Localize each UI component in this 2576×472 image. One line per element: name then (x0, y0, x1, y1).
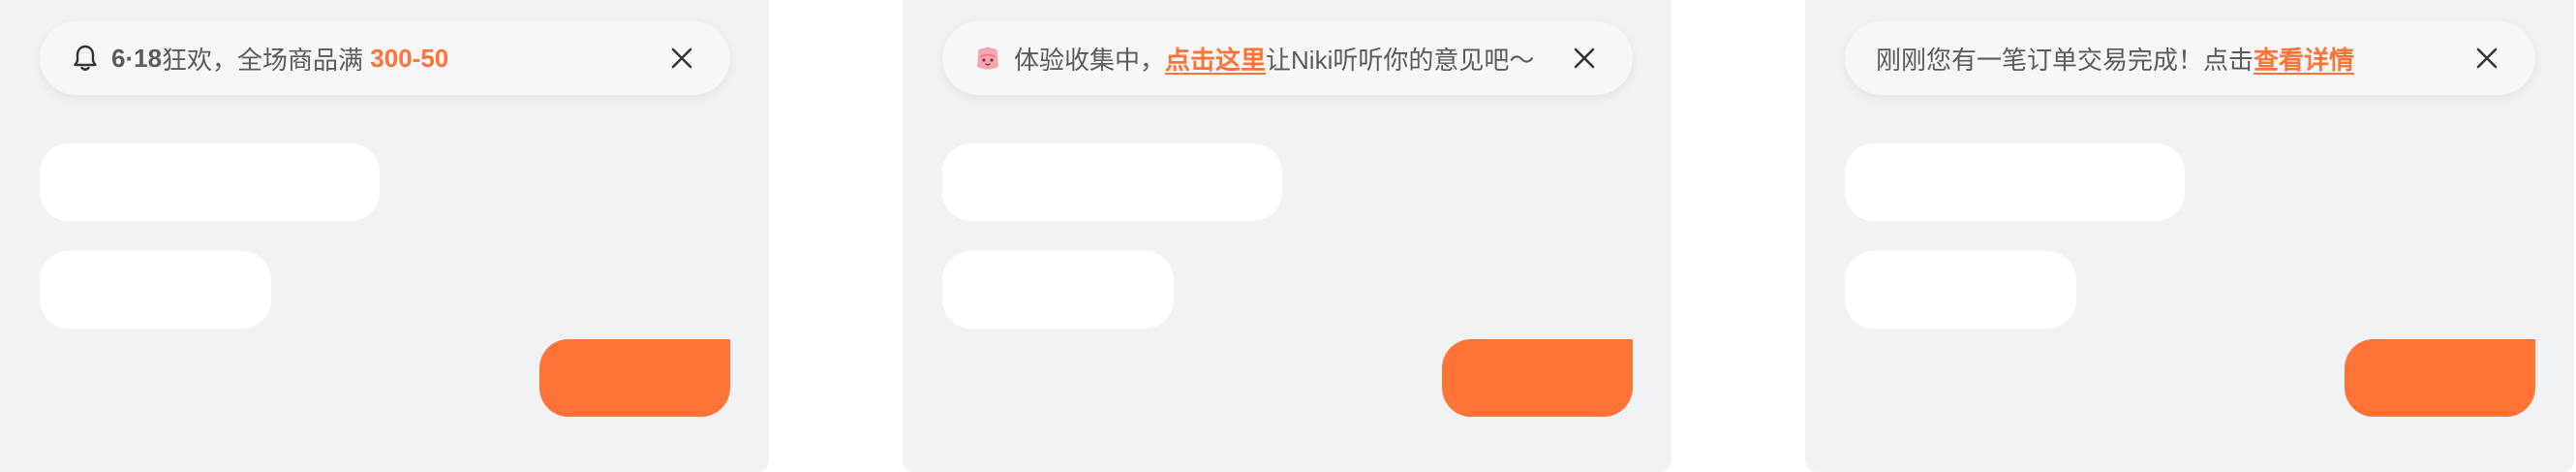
notice-message: 体验收集中， 点击这里 让Niki听听你的意见吧〜 (973, 41, 1565, 77)
incoming-message-bubble (942, 251, 1174, 329)
notice-bar-promo[interactable]: 6·18 狂欢，全场商品满 300-50 (40, 21, 730, 95)
close-icon[interactable] (2468, 39, 2506, 78)
survey-text: 体验收集中， (1014, 45, 1166, 75)
order-text: 刚刚您有一笔订单交易完成！点击 (1876, 45, 2254, 75)
promo-text: 狂欢，全场商品满 (162, 45, 371, 75)
notice-message: 6·18 狂欢，全场商品满 300-50 (71, 41, 662, 77)
incoming-message-bubble (1845, 251, 2076, 329)
notice-message: 刚刚您有一笔订单交易完成！点击 查看详情 (1876, 41, 2468, 77)
close-icon[interactable] (662, 39, 701, 78)
notice-bar-order[interactable]: 刚刚您有一笔订单交易完成！点击 查看详情 (1845, 21, 2535, 95)
cartoon-avatar-icon (973, 44, 1002, 73)
incoming-message-bubble (1845, 143, 2185, 221)
outgoing-message-bubble (1442, 339, 1633, 417)
chat-panel-order: 刚刚您有一笔订单交易完成！点击 查看详情 (1805, 0, 2574, 472)
chat-panel-survey: 体验收集中， 点击这里 让Niki听听你的意见吧〜 (903, 0, 1671, 472)
stage: 6·18 狂欢，全场商品满 300-50 体验收集中， 点击这里 让Niki听听… (0, 0, 2576, 472)
outgoing-message-bubble (2345, 339, 2535, 417)
survey-link[interactable]: 点击这里 (1165, 41, 1266, 77)
notice-bar-survey[interactable]: 体验收集中， 点击这里 让Niki听听你的意见吧〜 (942, 21, 1633, 95)
promo-date: 6·18 (111, 43, 163, 73)
close-icon[interactable] (1565, 39, 1604, 78)
order-details-link[interactable]: 查看详情 (2254, 41, 2354, 77)
incoming-message-bubble (40, 251, 271, 329)
incoming-message-bubble (40, 143, 380, 221)
incoming-message-bubble (942, 143, 1282, 221)
bell-icon (71, 44, 100, 73)
outgoing-message-bubble (539, 339, 730, 417)
chat-panel-promo: 6·18 狂欢，全场商品满 300-50 (0, 0, 769, 472)
promo-discount: 300-50 (370, 43, 449, 73)
survey-suffix: 让Niki听听你的意见吧〜 (1266, 45, 1535, 75)
